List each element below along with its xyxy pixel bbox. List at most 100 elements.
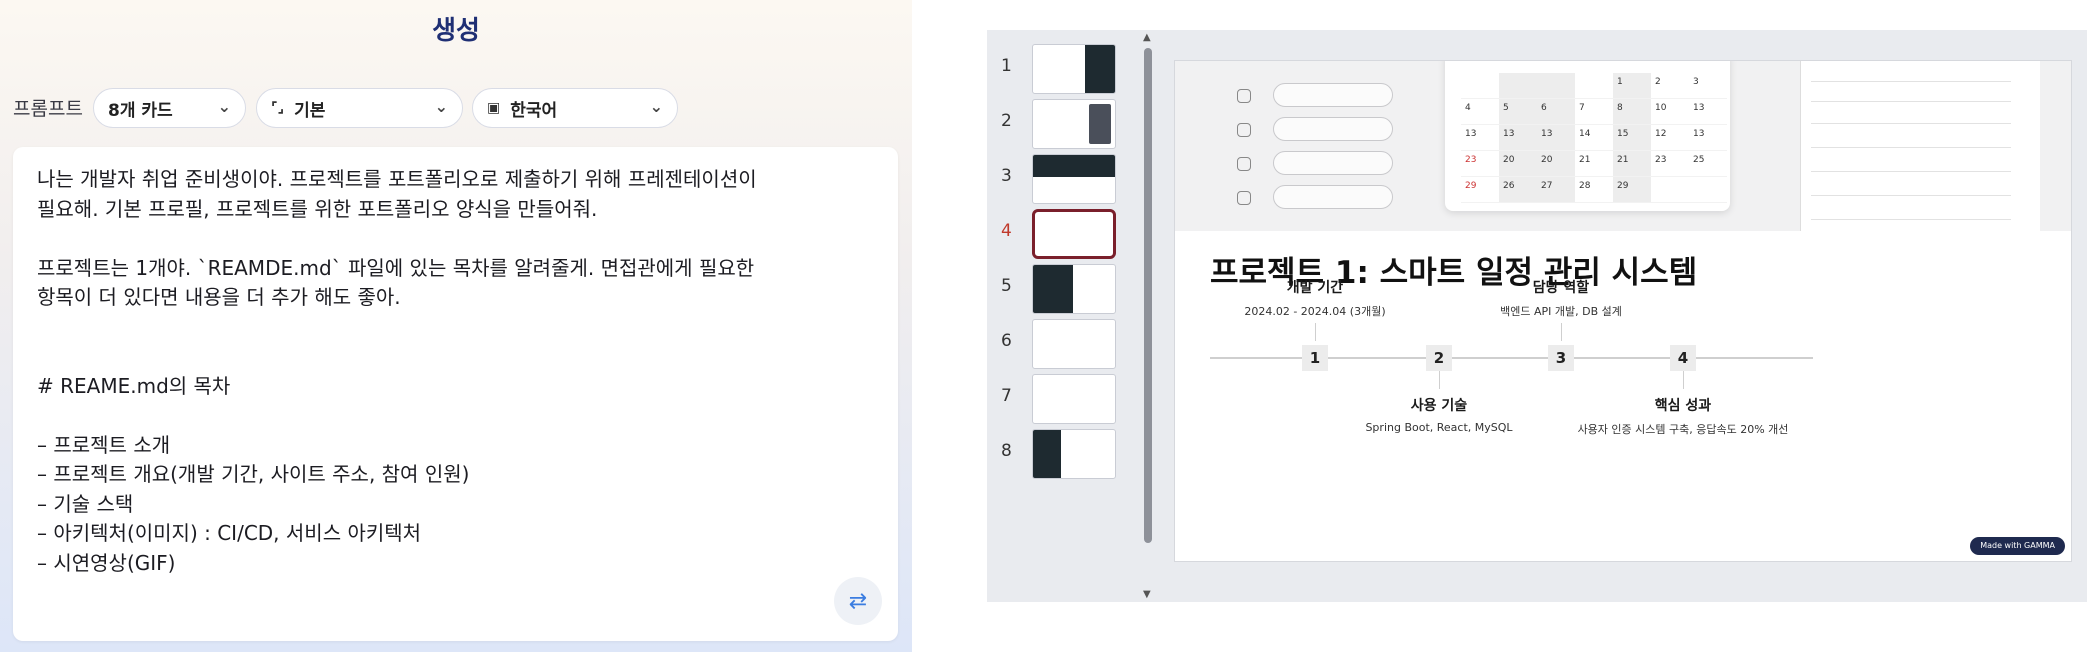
- calendar-cell: 21: [1575, 151, 1613, 177]
- made-with-gamma-badge[interactable]: Made with GAMMA: [1970, 537, 2065, 555]
- thumbnail-scrollbar[interactable]: ▲ ▼: [1141, 30, 1155, 602]
- mockup-pill: [1273, 117, 1393, 141]
- form-mockup: [1800, 61, 2040, 231]
- slide-thumbnail-6[interactable]: 6: [987, 319, 1147, 373]
- frame-icon: ⌜⌟: [271, 100, 285, 116]
- calendar-cell: 13: [1537, 125, 1575, 151]
- prompt-label: 프롬프트: [13, 98, 83, 120]
- page-title: 생성: [432, 16, 480, 46]
- form-line: [1811, 81, 2011, 82]
- prompt-text-line: – 프로젝트 소개: [37, 432, 171, 457]
- chevron-down-icon: ⌄: [434, 97, 448, 116]
- slide-thumbnail-number: 5: [1001, 276, 1012, 296]
- calendar-cell: 6: [1537, 99, 1575, 125]
- calendar-cell: [1575, 73, 1613, 99]
- slide-thumbnail-image[interactable]: [1032, 154, 1116, 204]
- timeline-detail: 백엔드 API 개발, DB 설계: [1500, 305, 1622, 318]
- calendar-cell: 25: [1689, 151, 1727, 177]
- prompt-text-line: 프로젝트는 1개야. `REAMDE.md` 파일에 있는 목차를 알려줄게. …: [37, 255, 755, 280]
- slide-thumbnail-5[interactable]: 5: [987, 264, 1147, 318]
- prompt-text-line: – 아키텍처(이미지) : CI/CD, 서비스 아키텍처: [37, 521, 422, 545]
- timeline-heading: 사용 기술: [1410, 398, 1468, 414]
- calendar-cell: 2: [1651, 73, 1689, 99]
- timeline-tick: [1561, 323, 1562, 341]
- slide-thumbnail-image[interactable]: [1032, 264, 1116, 314]
- mockup-pill: [1273, 185, 1393, 209]
- timeline-step-1: 1: [1302, 345, 1328, 371]
- scroll-up-icon[interactable]: ▲: [1143, 32, 1151, 43]
- mockup-icon: [1237, 89, 1251, 103]
- app-mockup-sidebar: [1215, 61, 1415, 231]
- calendar-cell: [1537, 73, 1575, 99]
- prompt-text-line: – 시연영상(GIF): [37, 550, 176, 575]
- form-line: [1811, 195, 2011, 196]
- generate-panel: 생성 프롬프트 8개 카드 ⌄ ⌜⌟ 기본 ⌄ ▣ 한국어 ⌄ 나는 개발자 취…: [0, 0, 912, 652]
- prompt-textarea[interactable]: 나는 개발자 취업 준비생이야. 프로젝트를 포트폴리오로 제출하기 위해 프레…: [13, 147, 898, 641]
- mockup-icon: [1237, 191, 1251, 205]
- scrollbar-thumb[interactable]: [1144, 48, 1152, 543]
- slide-thumbnail-image[interactable]: [1032, 429, 1116, 479]
- calendar-cell: 13: [1689, 99, 1727, 125]
- slide-canvas[interactable]: 1 2 3 4 5 6 7 8 10 13 13 13 13 14 15 12 13 23 20 20 21 21 23 25…: [1174, 60, 2072, 562]
- slide-thumbnail-list: 1 2 3 4 5 6 7 8: [987, 30, 1147, 602]
- calendar-cell: 3: [1689, 73, 1727, 99]
- slide-thumbnail-image[interactable]: [1032, 44, 1116, 94]
- language-value: 한국어: [510, 100, 558, 121]
- prompt-text-line: 필요해. 기본 프로필, 프로젝트를 위한 포트폴리오 양식을 만들어줘.: [37, 196, 598, 221]
- style-select[interactable]: ⌜⌟ 기본 ⌄: [256, 88, 463, 128]
- slide-thumbnail-3[interactable]: 3: [987, 154, 1147, 208]
- slide-thumbnail-7[interactable]: 7: [987, 374, 1147, 428]
- form-line: [1811, 147, 2011, 148]
- language-icon: ▣: [487, 100, 501, 116]
- slide-thumbnail-image[interactable]: [1032, 319, 1116, 369]
- calendar-cell: 14: [1575, 125, 1613, 151]
- calendar-cell: 20: [1537, 151, 1575, 177]
- calendar-cell: 26: [1499, 177, 1537, 203]
- calendar-cell: 1: [1613, 73, 1651, 99]
- slide-hero-image: 1 2 3 4 5 6 7 8 10 13 13 13 13 14 15 12 13 23 20 20 21 21 23 25…: [1175, 61, 2071, 231]
- prompt-text-line: 나는 개발자 취업 준비생이야. 프로젝트를 포트폴리오로 제출하기 위해 프레…: [37, 167, 757, 191]
- calendar-cell: 27: [1537, 177, 1575, 203]
- calendar-cell: [1499, 73, 1537, 99]
- timeline-tick: [1683, 371, 1684, 389]
- form-line: [1811, 219, 2011, 220]
- slide-thumbnail-number: 6: [1001, 331, 1012, 351]
- calendar-cell: 13: [1689, 125, 1727, 151]
- slide-thumbnail-number: 4: [1001, 221, 1012, 241]
- refresh-icon: ⇄: [848, 588, 868, 614]
- form-line: [1811, 171, 2011, 172]
- slide-thumbnail-4[interactable]: 4: [987, 209, 1147, 263]
- slide-thumbnail-image[interactable]: [1032, 99, 1116, 149]
- slide-thumbnail-1[interactable]: 1: [987, 44, 1147, 98]
- slide-thumbnail-2[interactable]: 2: [987, 99, 1147, 153]
- timeline-heading: 핵심 성과: [1654, 398, 1712, 414]
- prompt-text-line: [37, 224, 878, 254]
- slide-thumbnail-number: 8: [1001, 441, 1012, 461]
- slide-thumbnail-image[interactable]: [1032, 209, 1116, 259]
- calendar-grid: 1 2 3 4 5 6 7 8 10 13 13 13 13 14 15 12 13 23 20 20 21 21 23 25…: [1461, 73, 1727, 203]
- slide-thumbnail-number: 2: [1001, 111, 1012, 131]
- timeline-axis: [1210, 357, 1813, 359]
- refresh-button[interactable]: ⇄: [834, 577, 882, 625]
- prompt-text-line: – 프로젝트 개요(개발 기간, 사이트 주소, 참여 인원): [37, 462, 470, 486]
- mockup-pill: [1273, 151, 1393, 175]
- timeline-heading: 담당 역할: [1532, 280, 1590, 296]
- calendar-cell: 20: [1499, 151, 1537, 177]
- mockup-icon: [1237, 123, 1251, 137]
- card-count-select[interactable]: 8개 카드 ⌄: [93, 88, 246, 128]
- language-select[interactable]: ▣ 한국어 ⌄: [472, 88, 678, 128]
- slide-thumbnail-8[interactable]: 8: [987, 429, 1147, 483]
- calendar-cell: [1461, 73, 1499, 99]
- calendar-cell: 29: [1613, 177, 1651, 203]
- calendar-cell: 10: [1651, 99, 1689, 125]
- scroll-down-icon[interactable]: ▼: [1143, 589, 1151, 600]
- calendar-cell: [1651, 177, 1689, 203]
- prompt-text-line: – 기술 스택: [37, 491, 134, 516]
- timeline-detail: 2024.02 - 2024.04 (3개월): [1244, 305, 1386, 318]
- calendar-cell: 12: [1651, 125, 1689, 151]
- chevron-down-icon: ⌄: [217, 97, 231, 116]
- prompt-text-line: [37, 342, 878, 372]
- slide-thumbnail-number: 7: [1001, 386, 1012, 406]
- slide-thumbnail-image[interactable]: [1032, 374, 1116, 424]
- calendar-cell: 23: [1461, 151, 1499, 177]
